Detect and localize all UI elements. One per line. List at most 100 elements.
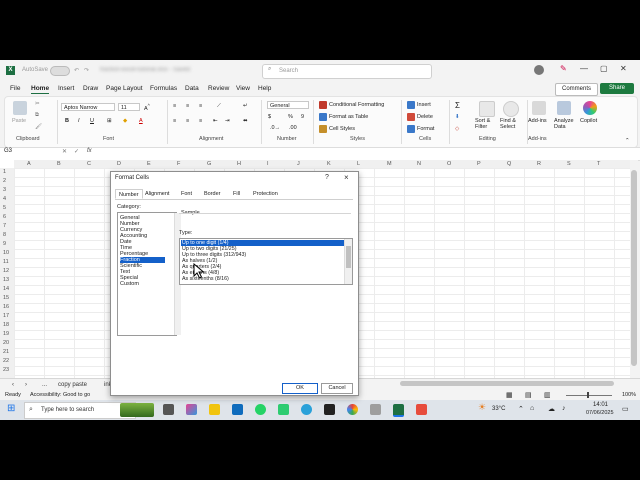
row-header[interactable]: 23	[3, 367, 9, 373]
analyze-data-button[interactable]: Analyze Data	[554, 118, 574, 130]
format-painter-icon[interactable]: 🖌	[35, 124, 42, 130]
tab-file[interactable]: File	[10, 85, 20, 92]
column-header[interactable]: I	[267, 161, 269, 167]
column-header[interactable]: D	[117, 161, 121, 167]
column-header[interactable]: L	[357, 161, 360, 167]
clear-icon[interactable]: ◇	[455, 126, 459, 132]
paste-icon[interactable]	[13, 101, 27, 115]
accessibility-status[interactable]: Accessibility: Good to go	[30, 392, 90, 398]
row-header[interactable]: 21	[3, 349, 9, 355]
app-icon[interactable]	[370, 404, 381, 415]
weather-icon[interactable]: ☀	[478, 402, 486, 413]
prev-sheet-icon[interactable]: ‹	[12, 382, 14, 388]
bold-button[interactable]: B	[65, 118, 69, 124]
tab-protection[interactable]: Protection	[253, 191, 278, 197]
minimize-icon[interactable]: —	[580, 64, 588, 73]
number-format-select[interactable]: General	[267, 101, 309, 109]
row-header[interactable]: 18	[3, 322, 9, 328]
page-break-view-icon[interactable]: ▥	[544, 391, 551, 399]
avatar[interactable]	[534, 65, 544, 75]
share-button[interactable]: Share	[600, 83, 634, 94]
column-header[interactable]: M	[387, 161, 392, 167]
decrease-decimal-icon[interactable]: .00	[289, 125, 297, 131]
row-header[interactable]: 12	[3, 268, 9, 274]
tab-page-layout[interactable]: Page Layout	[106, 85, 143, 92]
pen-icon[interactable]: ✎	[560, 64, 567, 73]
delete-cells-button[interactable]: Delete	[417, 114, 433, 120]
format-as-table-button[interactable]: Format as Table	[329, 114, 368, 120]
category-item[interactable]: Custom	[120, 281, 165, 287]
row-header[interactable]: 15	[3, 295, 9, 301]
italic-button[interactable]: I	[78, 118, 80, 124]
network-icon[interactable]: ⌂	[530, 405, 534, 412]
row-header[interactable]: 22	[3, 358, 9, 364]
row-header[interactable]: 8	[3, 232, 6, 238]
tab-draw[interactable]: Draw	[83, 85, 98, 92]
tab-fill[interactable]: Fill	[233, 191, 240, 197]
column-header[interactable]: C	[87, 161, 91, 167]
more-sheets[interactable]: ...	[42, 382, 47, 388]
column-header[interactable]: E	[147, 161, 151, 167]
page-layout-view-icon[interactable]: ▤	[525, 391, 532, 399]
next-sheet-icon[interactable]: ›	[25, 382, 27, 388]
row-header[interactable]: 1	[3, 169, 6, 175]
row-header[interactable]: 19	[3, 331, 9, 337]
percent-button[interactable]: %	[288, 114, 293, 120]
column-header[interactable]: S	[567, 161, 571, 167]
type-scrollbar[interactable]	[344, 239, 352, 284]
comments-button[interactable]: Comments	[555, 83, 598, 96]
sort-filter-button[interactable]: Sort & Filter	[475, 118, 499, 130]
indent-decrease-icon[interactable]: ⇤	[213, 118, 218, 124]
fx-icon[interactable]: fx	[87, 148, 92, 154]
category-list[interactable]: General Number Currency Accounting Date …	[117, 212, 181, 336]
merge-center-icon[interactable]: ⬌	[243, 118, 248, 124]
redo-icon[interactable]: ↷	[84, 67, 89, 74]
fill-icon[interactable]: ⬇	[455, 114, 460, 120]
tab-number[interactable]: Number	[115, 189, 143, 199]
align-left-icon[interactable]: ≡	[173, 118, 176, 124]
row-header[interactable]: 17	[3, 313, 9, 319]
column-header[interactable]: H	[237, 161, 241, 167]
name-box[interactable]: G3	[4, 148, 54, 157]
font-size-select[interactable]: 11	[118, 103, 140, 111]
column-header[interactable]: G	[207, 161, 211, 167]
type-item[interactable]: As sixteenths (8/16)	[181, 276, 344, 282]
notifications-icon[interactable]: ▭	[622, 405, 629, 413]
undo-icon[interactable]: ↶	[74, 67, 79, 74]
column-header[interactable]: A	[27, 161, 31, 167]
row-header[interactable]: 11	[3, 259, 9, 265]
row-header[interactable]: 7	[3, 223, 6, 229]
grow-font-icon[interactable]: A^	[144, 103, 150, 112]
tab-formulas[interactable]: Formulas	[150, 85, 177, 92]
align-center-icon[interactable]: ≡	[186, 118, 189, 124]
clock-date[interactable]: 07/06/2025	[586, 410, 614, 416]
tab-insert[interactable]: Insert	[58, 85, 74, 92]
column-header[interactable]: O	[447, 161, 451, 167]
maximize-icon[interactable]: ▢	[600, 64, 608, 73]
taskbar-widget-image[interactable]	[120, 403, 154, 417]
column-header[interactable]: F	[177, 161, 180, 167]
row-header[interactable]: 5	[3, 205, 6, 211]
tab-border[interactable]: Border	[204, 191, 221, 197]
row-header[interactable]: 10	[3, 250, 9, 256]
tray-chevron-icon[interactable]: ⌃	[518, 405, 524, 413]
row-header[interactable]: 3	[3, 187, 6, 193]
autosum-icon[interactable]: Σ	[455, 101, 460, 110]
vertical-scroll-thumb[interactable]	[631, 170, 637, 366]
align-top-icon[interactable]: ≡	[173, 103, 176, 109]
cell-styles-button[interactable]: Cell Styles	[329, 126, 355, 132]
conditional-formatting-button[interactable]: Conditional Formatting	[329, 102, 384, 108]
task-view-icon[interactable]	[163, 404, 174, 415]
zoom-level[interactable]: 100%	[622, 392, 636, 398]
column-header[interactable]: T	[597, 161, 600, 167]
column-header[interactable]: J	[297, 161, 300, 167]
notion-icon[interactable]	[324, 404, 335, 415]
telegram-icon[interactable]	[301, 404, 312, 415]
copilot-button[interactable]: Copilot	[580, 118, 597, 124]
row-header[interactable]: 20	[3, 340, 9, 346]
underline-button[interactable]: U	[90, 118, 94, 124]
row-header[interactable]: 9	[3, 241, 6, 247]
insert-cells-button[interactable]: Insert	[417, 102, 431, 108]
align-middle-icon[interactable]: ≡	[186, 103, 189, 109]
tab-home[interactable]: Home	[31, 85, 50, 94]
